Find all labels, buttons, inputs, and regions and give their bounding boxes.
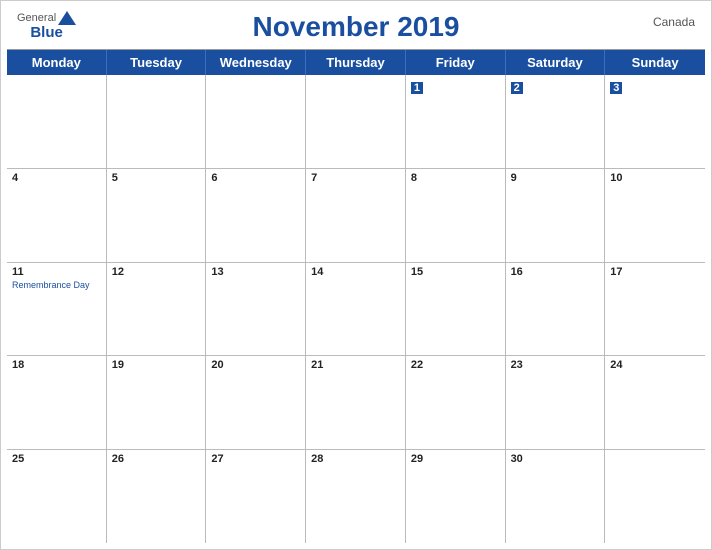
day-cell [605,450,705,543]
day-headers: MondayTuesdayWednesdayThursdayFridaySatu… [7,50,705,75]
day-cell: 19 [107,356,207,449]
day-cell: 16 [506,263,606,356]
week-row: 11 Remembrance Day 12 13 14 15 16 17 [7,263,705,357]
day-number: 7 [311,172,400,184]
day-cell: 7 [306,169,406,262]
day-cell: 23 [506,356,606,449]
day-cell: 2 [506,75,606,168]
day-cell: 30 [506,450,606,543]
day-number: 19 [112,359,201,371]
day-number: 29 [411,453,500,465]
day-number: 4 [12,172,101,184]
day-number: 3 [610,82,622,94]
day-number: 23 [511,359,600,371]
day-number: 14 [311,266,400,278]
day-number: 17 [610,266,700,278]
day-number: 12 [112,266,201,278]
brand-general-text: General [17,13,56,24]
day-number: 13 [211,266,300,278]
week-row: 25 26 27 28 29 30 [7,450,705,543]
day-cell [206,75,306,168]
day-cell: 15 [406,263,506,356]
weeks: 1234567891011Remembrance Day121314151617… [7,75,705,543]
day-number: 15 [411,266,500,278]
calendar-header: General Blue November 2019 Canada [1,1,711,49]
day-number: 28 [311,453,400,465]
day-cell [7,75,107,168]
day-cell [306,75,406,168]
day-number: 24 [610,359,700,371]
week-row: 1 2 3 [7,75,705,169]
day-cell: 8 [406,169,506,262]
day-cell: 12 [107,263,207,356]
day-cell: 22 [406,356,506,449]
day-number: 18 [12,359,101,371]
day-cell: 18 [7,356,107,449]
brand-icon [58,11,76,25]
day-number: 10 [610,172,700,184]
day-header-saturday: Saturday [506,50,606,75]
day-cell: 14 [306,263,406,356]
calendar-grid: MondayTuesdayWednesdayThursdayFridaySatu… [7,49,705,543]
holiday-label: Remembrance Day [12,280,101,290]
day-number: 27 [211,453,300,465]
day-cell: 10 [605,169,705,262]
day-header-wednesday: Wednesday [206,50,306,75]
country-label: Canada [653,15,695,29]
day-cell: 24 [605,356,705,449]
day-number: 1 [411,82,423,94]
day-header-tuesday: Tuesday [107,50,207,75]
day-number: 16 [511,266,600,278]
day-header-sunday: Sunday [605,50,705,75]
day-cell: 6 [206,169,306,262]
day-cell: 21 [306,356,406,449]
brand-blue-text: Blue [30,25,63,40]
day-number: 21 [311,359,400,371]
calendar-title: November 2019 [252,11,459,43]
day-cell: 9 [506,169,606,262]
day-number: 8 [411,172,500,184]
day-number: 30 [511,453,600,465]
calendar: General Blue November 2019 Canada Monday… [0,0,712,550]
day-cell [107,75,207,168]
day-cell: 3 [605,75,705,168]
day-cell: 5 [107,169,207,262]
day-number: 20 [211,359,300,371]
day-cell: 27 [206,450,306,543]
day-cell: 26 [107,450,207,543]
day-header-thursday: Thursday [306,50,406,75]
day-number: 22 [411,359,500,371]
day-cell: 17 [605,263,705,356]
day-cell: 1 [406,75,506,168]
day-cell: 4 [7,169,107,262]
day-cell: 13 [206,263,306,356]
day-number: 5 [112,172,201,184]
day-cell: 29 [406,450,506,543]
day-cell: 11 Remembrance Day [7,263,107,356]
day-header-friday: Friday [406,50,506,75]
week-row: 18 19 20 21 22 23 24 [7,356,705,450]
day-number: 6 [211,172,300,184]
day-number: 25 [12,453,101,465]
day-number: 26 [112,453,201,465]
day-cell: 28 [306,450,406,543]
day-number: 9 [511,172,600,184]
day-cell: 20 [206,356,306,449]
day-cell: 25 [7,450,107,543]
week-row: 456789 10 [7,169,705,263]
brand-logo: General Blue [17,11,76,40]
day-header-monday: Monday [7,50,107,75]
day-number: 2 [511,82,523,94]
day-number: 11 [12,266,101,278]
